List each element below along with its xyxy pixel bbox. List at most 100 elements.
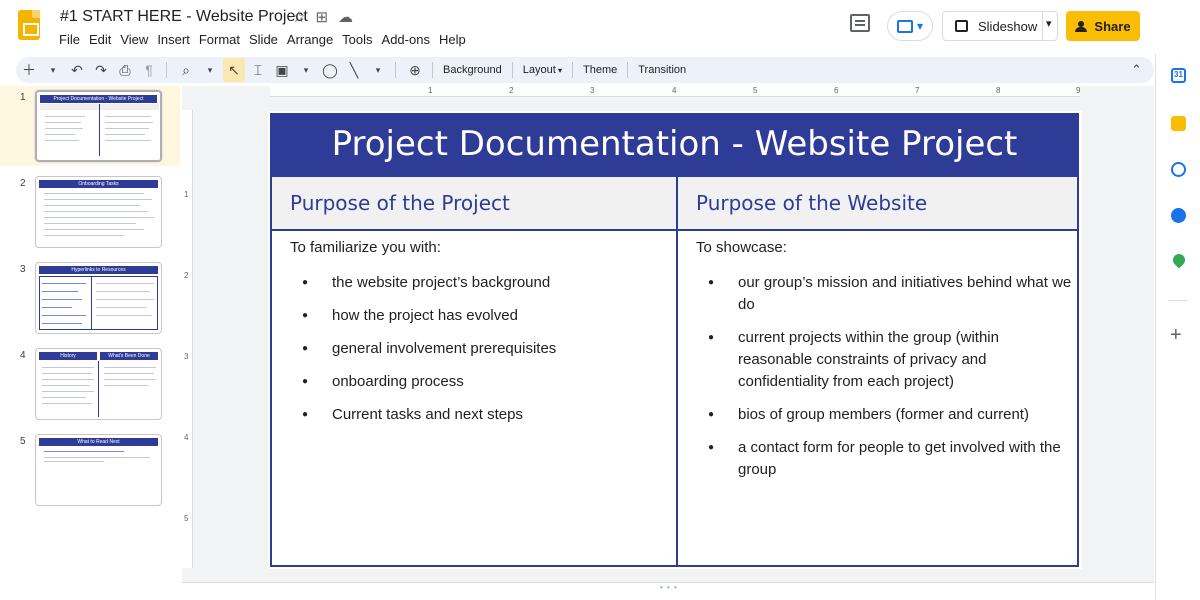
toolbar-divider xyxy=(166,62,167,78)
new-slide-icon[interactable]: ＋ xyxy=(18,58,40,82)
maps-icon[interactable] xyxy=(1170,251,1188,269)
thumbnail-link-line xyxy=(42,299,82,300)
menu-insert[interactable]: Insert xyxy=(157,32,197,47)
share-button[interactable]: Share xyxy=(1066,11,1140,41)
menu-file[interactable]: File xyxy=(59,32,87,47)
vertical-ruler[interactable]: 1 2 3 4 5 xyxy=(182,110,193,568)
slide-thumbnail[interactable]: What to Read Next xyxy=(35,434,162,506)
hide-menus-chevron-icon[interactable]: ⌃ xyxy=(1131,62,1142,78)
slideshow-options-chevron-icon[interactable]: ▾ xyxy=(1046,17,1052,30)
image-chevron-icon[interactable]: ▾ xyxy=(295,58,317,82)
slide-thumbnail[interactable]: Onboarding Tasks xyxy=(35,176,162,248)
slide-title[interactable]: Project Documentation - Website Project xyxy=(270,113,1079,175)
star-icon[interactable]: ☆ xyxy=(292,8,305,26)
menu-tools[interactable]: Tools xyxy=(342,32,379,47)
thumbnail-text-line xyxy=(44,217,154,218)
title-actions: ☆ ⊞ ☁ xyxy=(292,8,353,26)
new-slide-layout-chevron-icon[interactable]: ▾ xyxy=(42,58,64,82)
thumbnail-text-line xyxy=(44,461,104,462)
select-cursor-icon[interactable]: ↖ xyxy=(223,58,245,82)
add-comment-icon[interactable]: ⊕ xyxy=(404,58,426,82)
thumbnail-text-line xyxy=(96,315,152,316)
cloud-status-icon[interactable]: ☁ xyxy=(338,8,353,26)
thumbnail-text-line xyxy=(45,128,83,129)
toolbar-divider xyxy=(395,62,396,78)
left-bullet-list[interactable]: the website project’s background how the… xyxy=(292,272,662,437)
undo-icon[interactable]: ↶ xyxy=(66,58,88,82)
slide-thumbnail[interactable]: History What's Been Done xyxy=(35,348,162,420)
toolbar: ＋ ▾ ↶ ↷ ⎙ ¶ ⌕ ▾ ↖ ⌶ ▣ ▾ ◯ ╲ ▾ ⊕ Backgrou… xyxy=(16,57,1154,83)
thumbnail-link-line xyxy=(42,291,78,292)
thumbnail-text-line xyxy=(44,229,144,230)
theme-button[interactable]: Theme xyxy=(579,64,621,76)
redo-icon[interactable]: ↷ xyxy=(90,58,112,82)
thumbnail-title: Hyperlinks to Resources xyxy=(39,266,158,274)
purpose-table[interactable]: Purpose of the Project To familiarize yo… xyxy=(270,175,1079,567)
drag-handle-icon[interactable]: • • • xyxy=(660,583,678,592)
thumbnail-text-line xyxy=(42,373,92,374)
slideshow-button[interactable]: Slideshow ▾ xyxy=(942,11,1058,41)
calendar-icon[interactable] xyxy=(1171,68,1186,83)
line-chevron-icon[interactable]: ▾ xyxy=(367,58,389,82)
slide-number: 3 xyxy=(20,264,26,275)
present-to-meeting-button[interactable]: ▾ xyxy=(887,11,933,41)
thumbnail-text-line xyxy=(104,385,148,386)
insert-image-icon[interactable]: ▣ xyxy=(271,58,293,82)
text-box-icon[interactable]: ⌶ xyxy=(247,58,269,82)
slides-logo-icon[interactable] xyxy=(18,10,40,40)
filmstrip-slide-5[interactable]: 5 What to Read Next xyxy=(0,430,180,510)
thumbnail-text-line xyxy=(45,116,85,117)
slideshow-label: Slideshow xyxy=(978,18,1038,34)
speaker-notes-handle[interactable]: • • • xyxy=(182,582,1154,600)
toolbar-divider xyxy=(627,62,629,78)
tasks-icon[interactable] xyxy=(1171,162,1186,177)
filmstrip-slide-1[interactable]: 1 Project Documentation - Website Projec… xyxy=(0,86,180,166)
menu-slide[interactable]: Slide xyxy=(249,32,285,47)
menu-edit[interactable]: Edit xyxy=(89,32,118,47)
slide-thumbnail[interactable]: Project Documentation - Website Project xyxy=(35,90,162,162)
transition-button[interactable]: Transition xyxy=(634,64,690,76)
layout-button[interactable]: Layout ▾ xyxy=(519,64,566,76)
filmstrip-slide-2[interactable]: 2 Onboarding Tasks xyxy=(0,172,180,252)
thumbnail-link-line xyxy=(42,315,86,316)
shape-icon[interactable]: ◯ xyxy=(319,58,341,82)
zoom-icon[interactable]: ⌕ xyxy=(175,58,197,82)
menu-view[interactable]: View xyxy=(120,32,155,47)
right-column-heading[interactable]: Purpose of the Website xyxy=(696,191,927,215)
comment-history-icon[interactable] xyxy=(850,14,870,32)
background-button[interactable]: Background xyxy=(439,64,506,76)
slide-thumbnail[interactable]: Hyperlinks to Resources xyxy=(35,262,162,334)
list-item: current projects within the group (withi… xyxy=(698,327,1073,393)
right-column-intro[interactable]: To showcase: xyxy=(696,239,787,256)
menu-help[interactable]: Help xyxy=(439,32,473,47)
thumbnail-table xyxy=(39,276,158,330)
filmstrip-slide-4[interactable]: 4 History What's Been Done xyxy=(0,344,180,424)
right-bullet-list[interactable]: our group’s mission and initiatives behi… xyxy=(698,272,1073,492)
menu-arrange[interactable]: Arrange xyxy=(287,32,340,47)
ruler-tick: 3 xyxy=(184,352,189,361)
move-folder-icon[interactable]: ⊞ xyxy=(315,8,328,26)
keep-icon[interactable] xyxy=(1171,116,1186,131)
menu-addons[interactable]: Add-ons xyxy=(382,32,437,47)
ruler-tick: 9 xyxy=(1076,86,1081,95)
left-column-intro[interactable]: To familiarize you with: xyxy=(290,239,441,256)
line-icon[interactable]: ╲ xyxy=(343,58,365,82)
menu-format[interactable]: Format xyxy=(199,32,247,47)
zoom-chevron-icon[interactable]: ▾ xyxy=(199,58,221,82)
contacts-icon[interactable] xyxy=(1171,208,1186,223)
document-title[interactable]: #1 START HERE - Website Project xyxy=(60,8,308,26)
thumbnail-text-line xyxy=(42,379,94,380)
thumbnail-text-line xyxy=(104,367,156,368)
thumbnail-text-line xyxy=(104,373,154,374)
list-item: general involvement prerequisites xyxy=(292,338,662,360)
share-label: Share xyxy=(1094,18,1131,34)
thumbnail-title: Project Documentation - Website Project xyxy=(40,95,157,103)
filmstrip-slide-3[interactable]: 3 Hyperlinks to Resources xyxy=(0,258,180,338)
current-slide[interactable]: Project Documentation - Website Project … xyxy=(268,111,1082,569)
thumbnail-text-line xyxy=(44,211,148,212)
print-icon[interactable]: ⎙ xyxy=(114,58,136,82)
paint-format-icon[interactable]: ¶ xyxy=(138,58,160,82)
left-column-heading[interactable]: Purpose of the Project xyxy=(290,191,510,215)
horizontal-ruler[interactable]: 1 2 3 4 5 6 7 8 9 xyxy=(270,86,1080,97)
get-addons-plus-icon[interactable]: + xyxy=(1170,324,1182,347)
